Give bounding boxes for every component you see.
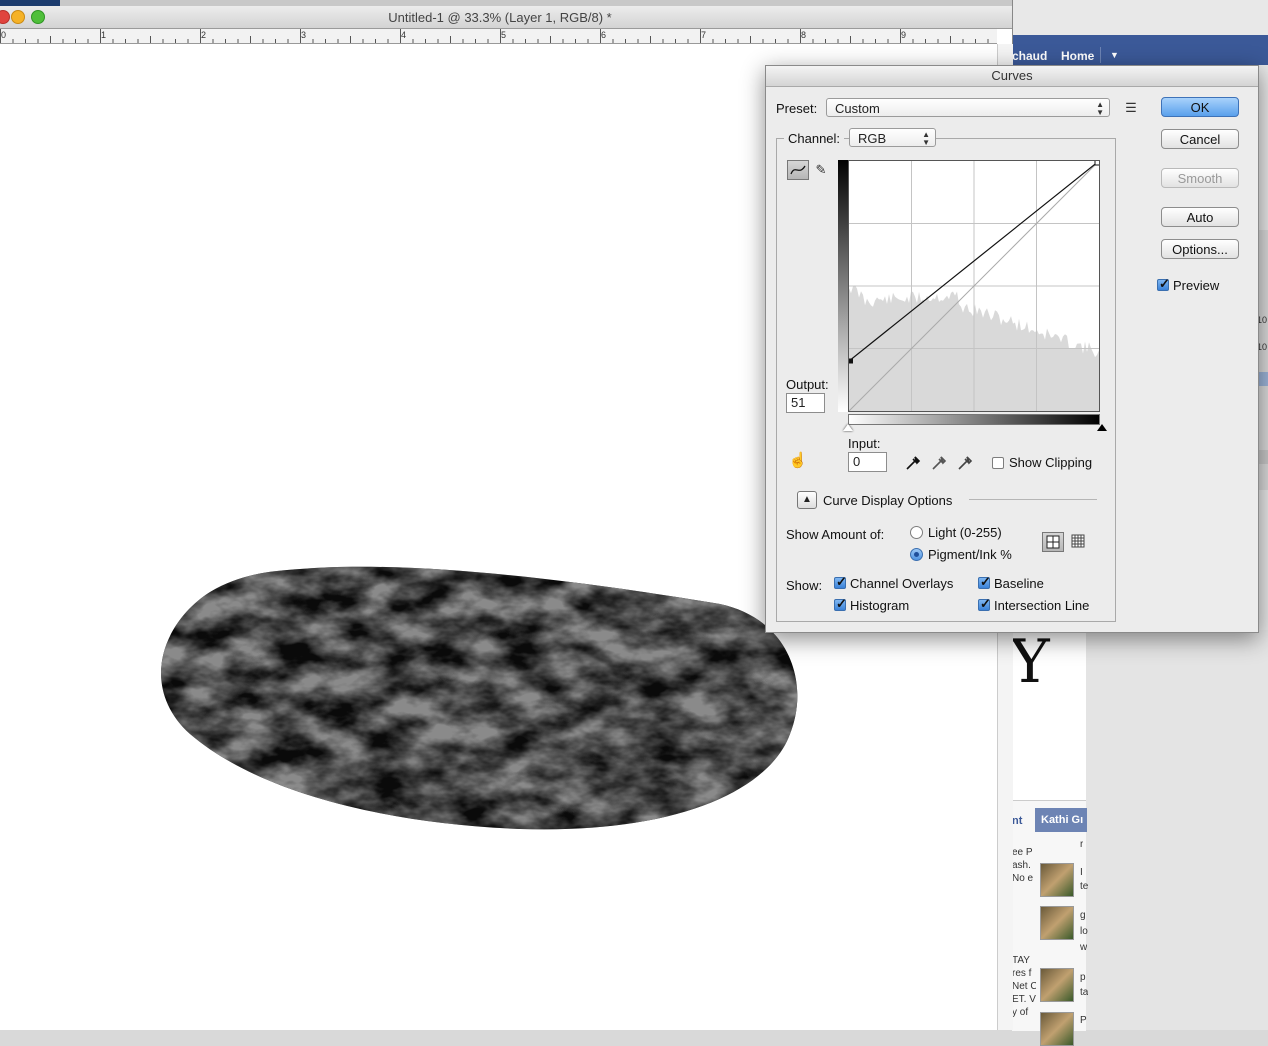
- chat-fragment: g: [1080, 910, 1086, 921]
- avatar[interactable]: [1040, 906, 1074, 940]
- section-divider: [969, 499, 1097, 500]
- simple-grid-icon[interactable]: [1042, 532, 1064, 552]
- gray-point-eyedropper-icon[interactable]: [930, 454, 948, 475]
- channel-select[interactable]: RGB ▲ ▼: [849, 128, 936, 147]
- channel-value: RGB: [858, 131, 887, 146]
- chat-fragment: w: [1080, 942, 1088, 953]
- ruler-number: 6: [601, 30, 607, 40]
- black-point-slider[interactable]: [1097, 424, 1107, 431]
- ruler-number: 8: [801, 30, 807, 40]
- pigment-radio[interactable]: [910, 548, 923, 561]
- curve-display-options-label: Curve Display Options: [823, 493, 953, 508]
- avatar[interactable]: [1040, 1012, 1074, 1046]
- detailed-grid-icon[interactable]: [1068, 532, 1088, 552]
- chat-header[interactable]: Kathi Gı: [1035, 808, 1087, 832]
- chat-fragment: p: [1080, 972, 1086, 983]
- chat-fragment: lo: [1080, 926, 1088, 937]
- light-radio[interactable]: [910, 526, 923, 539]
- output-field[interactable]: 51: [786, 393, 825, 413]
- cancel-button[interactable]: Cancel: [1161, 129, 1239, 149]
- select-arrows-icon: ▲ ▼: [1096, 100, 1104, 117]
- ruler-number: 9: [901, 30, 907, 40]
- preview-label: Preview: [1173, 278, 1220, 293]
- black-point-eyedropper-icon[interactable]: [904, 454, 922, 475]
- ruler-number: 4: [401, 30, 407, 40]
- output-gradient-bar: [838, 160, 848, 412]
- large-letter: Y: [1010, 627, 1050, 697]
- show-clipping-checkbox[interactable]: [992, 457, 1004, 469]
- channel-overlays-checkbox[interactable]: [834, 574, 847, 590]
- curve-edit-icon[interactable]: [787, 160, 809, 180]
- baseline-label: Baseline: [994, 576, 1044, 591]
- auto-button[interactable]: Auto: [1161, 207, 1239, 227]
- account-menu-arrow-icon[interactable]: ▼: [1110, 50, 1119, 60]
- ruler-number: 5: [501, 30, 507, 40]
- left-news-snippet: ee P ash. No e: [1012, 847, 1034, 884]
- side-lock-icon-2: [1258, 450, 1268, 464]
- channel-overlays-label: Channel Overlays: [850, 576, 954, 591]
- pencil-icon[interactable]: ✎: [813, 162, 829, 178]
- avatar[interactable]: [1040, 968, 1074, 1002]
- input-field[interactable]: 0: [848, 452, 887, 472]
- select-arrows-icon: ▲ ▼: [922, 130, 930, 147]
- targeted-adjust-hand-icon[interactable]: ☝: [788, 453, 808, 469]
- histogram-label: Histogram: [850, 598, 910, 613]
- intersection-line-label: Intersection Line: [994, 598, 1090, 613]
- preview-checkbox[interactable]: [1157, 276, 1170, 292]
- ruler-number: 7: [701, 30, 707, 40]
- side-lock-icon: [1258, 372, 1268, 386]
- options-button[interactable]: Options...: [1161, 239, 1239, 259]
- input-gradient-bar: [848, 414, 1100, 425]
- ruler-number: 1: [101, 30, 107, 40]
- ok-button[interactable]: OK: [1161, 97, 1239, 117]
- output-label: Output:: [786, 377, 829, 392]
- curves-dialog: Curves Preset: Custom ▲ ▼ ☰ OK Cancel Smo…: [765, 65, 1259, 633]
- white-point-eyedropper-icon[interactable]: [956, 454, 974, 475]
- ruler-number: 2: [201, 30, 207, 40]
- collapse-triangle-icon[interactable]: ▲: [797, 491, 817, 509]
- channel-label: Channel:: [784, 131, 845, 146]
- intersection-line-checkbox[interactable]: [978, 596, 991, 612]
- browser-right-column: [1086, 630, 1268, 1030]
- profile-link[interactable]: chaud: [1012, 49, 1047, 63]
- preset-select[interactable]: Custom ▲ ▼: [826, 98, 1110, 117]
- ruler-number: 0: [1, 30, 7, 40]
- home-link[interactable]: Home: [1061, 49, 1094, 63]
- nav-divider: [1100, 47, 1101, 63]
- preset-value: Custom: [835, 101, 880, 116]
- left-news-snippet-2: TAY res f Net C ET. V y of: [1012, 955, 1036, 1018]
- avatar[interactable]: [1040, 863, 1074, 897]
- preset-label: Preset:: [776, 101, 818, 116]
- chat-fragment: P: [1080, 1015, 1087, 1026]
- show-amount-label: Show Amount of:: [786, 527, 885, 542]
- document-title: Untitled-1 @ 33.3% (Layer 1, RGB/8) *: [388, 10, 612, 25]
- pigment-label: Pigment/Ink %: [928, 547, 1012, 562]
- show-clipping-label: Show Clipping: [1009, 455, 1093, 470]
- baseline-checkbox[interactable]: [978, 574, 991, 590]
- ruler-number: 3: [301, 30, 307, 40]
- preset-menu-icon[interactable]: ☰: [1123, 100, 1139, 116]
- chat-fragment: ta: [1080, 987, 1089, 998]
- horizontal-ruler[interactable]: [0, 29, 997, 44]
- partial-link[interactable]: nt: [1012, 815, 1022, 827]
- chat-fragment: te: [1080, 881, 1089, 892]
- histogram-checkbox[interactable]: [834, 596, 847, 612]
- input-label: Input:: [848, 436, 881, 451]
- light-label: Light (0-255): [928, 525, 1002, 540]
- dialog-title[interactable]: Curves: [766, 66, 1258, 87]
- smooth-button[interactable]: Smooth: [1161, 168, 1239, 188]
- chat-fragment: r: [1080, 839, 1084, 850]
- show-label: Show:: [786, 578, 823, 593]
- facebook-top-bar: [1010, 35, 1268, 65]
- white-point-slider[interactable]: [843, 424, 853, 431]
- chat-fragment: I: [1080, 867, 1083, 878]
- curve-graph[interactable]: [848, 160, 1100, 412]
